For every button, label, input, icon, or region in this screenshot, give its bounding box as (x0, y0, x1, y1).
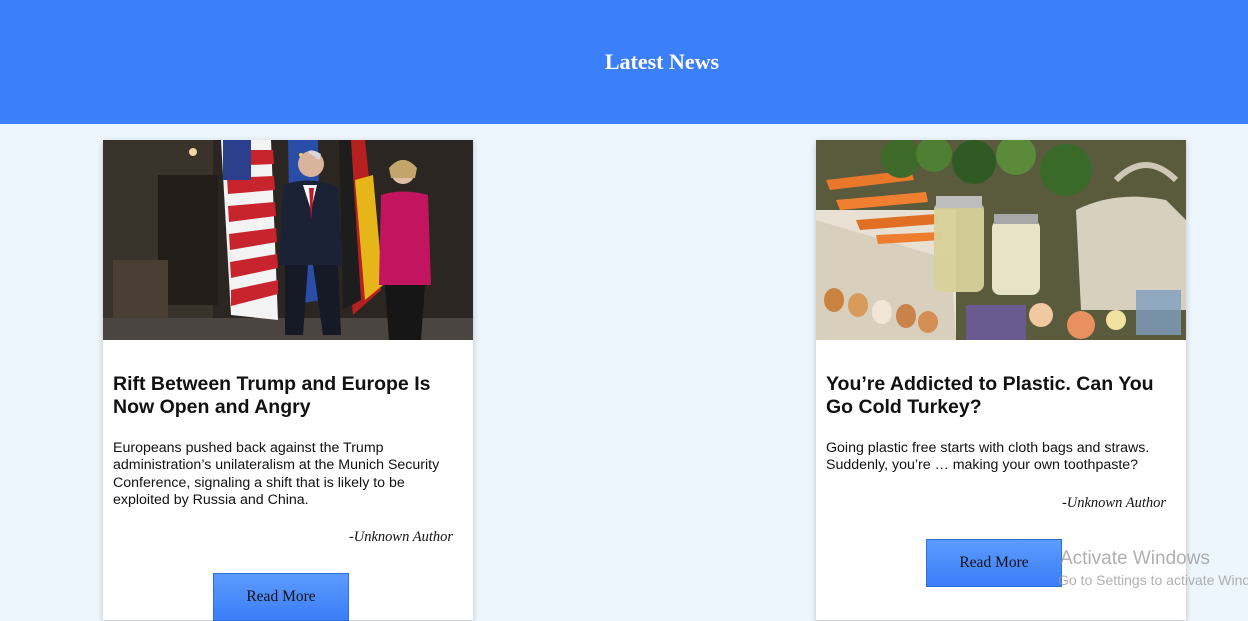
news-photo-politicians-icon (103, 140, 473, 340)
watermark-title: Activate Windows (1060, 548, 1210, 569)
article-author: -Unknown Author (1061, 495, 1166, 511)
read-more-button[interactable]: Read More (926, 539, 1062, 587)
article-title: Rift Between Trump and Europe Is Now Ope… (113, 373, 431, 418)
article-summary: Europeans pushed back against the Trump … (113, 440, 440, 508)
page-header: Latest News (0, 0, 1248, 124)
watermark-subtitle: Go to Settings to activate Windows. (1058, 572, 1248, 588)
news-photo-groceries-icon (816, 140, 1186, 340)
article-title: You’re Addicted to Plastic. Can You Go C… (826, 373, 1154, 418)
article-author: -Unknown Author (348, 529, 453, 545)
news-card: Rift Between Trump and Europe Is Now Ope… (103, 140, 473, 621)
activate-windows-watermark: Activate Windows Go to Settings to activ… (1058, 548, 1248, 590)
news-image (816, 140, 1186, 340)
news-image (103, 140, 473, 340)
article-summary: Going plastic free starts with cloth bag… (826, 440, 1150, 474)
page-title: Latest News (604, 49, 720, 74)
read-more-button[interactable]: Read More (213, 573, 349, 621)
